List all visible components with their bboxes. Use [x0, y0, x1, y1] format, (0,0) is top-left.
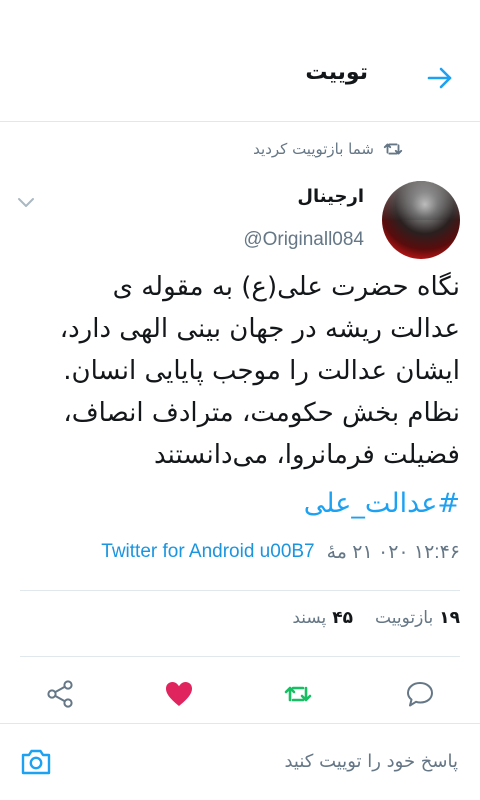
tweet-line: فضیلت فرمانروا، می‌دانستند: [153, 440, 460, 470]
tweet-stats: ۱۹بازتوییت ۴۵پسند: [292, 608, 460, 628]
likes-stat[interactable]: ۴۵پسند: [292, 608, 353, 628]
likes-label: پسند: [292, 608, 327, 628]
avatar[interactable]: [382, 181, 460, 259]
author-handle[interactable]: @Originall084: [243, 229, 364, 251]
client-link[interactable]: Twitter for Android u00B7: [101, 541, 314, 564]
reply-icon[interactable]: [404, 678, 436, 710]
divider: [20, 656, 460, 657]
share-icon[interactable]: [44, 678, 76, 710]
reply-input[interactable]: پاسخ خود را توییت کنید: [284, 751, 458, 772]
page-title: توییت: [305, 60, 368, 85]
heart-icon[interactable]: [163, 678, 195, 710]
author-name[interactable]: ارجینال: [297, 186, 364, 207]
tweet-line: عدالت ریشه در جهان بینی الهی دارد،: [59, 314, 460, 344]
likes-count: ۴۵: [332, 608, 354, 628]
tweet-text: نگاه حضرت علی(ع) به مقوله ی عدالت ریشه د…: [20, 266, 460, 476]
retweet-icon[interactable]: [282, 678, 314, 710]
retweet-context: شما بازتوییت کردید: [253, 138, 404, 160]
top-bar: توییت: [0, 0, 480, 122]
retweets-count: ۱۹: [439, 608, 460, 628]
timestamp: ۱۲:۴۶ ۰۲۰ ۲۱ مهٔ: [326, 542, 460, 563]
retweet-context-label: شما بازتوییت کردید: [253, 140, 374, 158]
action-bar: [0, 668, 480, 722]
arrow-right-icon[interactable]: [422, 60, 458, 96]
retweets-stat[interactable]: ۱۹بازتوییت: [375, 608, 460, 628]
tweet-meta: ۱۲:۴۶ ۰۲۰ ۲۱ مهٔ Twitter for Android u00…: [101, 541, 460, 564]
chevron-down-icon[interactable]: [14, 190, 38, 214]
hashtag-link[interactable]: #عدالت_علی: [304, 488, 460, 519]
divider: [20, 590, 460, 591]
retweet-icon: [383, 143, 403, 155]
tweet-line: نگاه حضرت علی(ع) به مقوله ی: [112, 272, 460, 302]
camera-icon[interactable]: [18, 744, 54, 780]
tweet-line: نظام بخش حکومت، مترادف انصاف،: [63, 398, 460, 428]
reply-bar: پاسخ خود را توییت کنید: [0, 723, 480, 800]
retweets-label: بازتوییت: [375, 608, 434, 628]
tweet-line: ایشان عدالت را موجب پایایی انسان.: [63, 356, 460, 386]
